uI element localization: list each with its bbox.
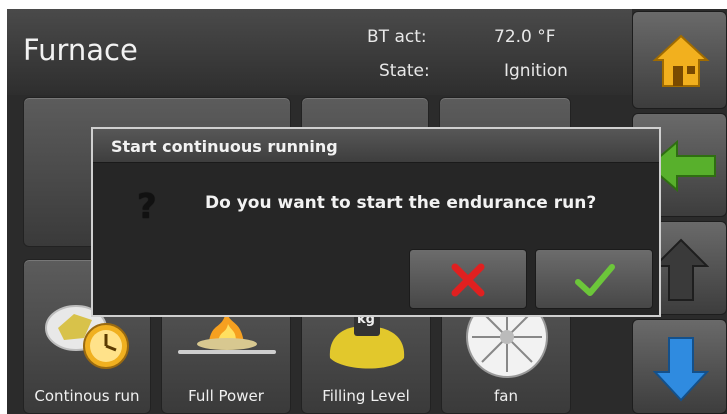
state-label: State:	[379, 61, 430, 81]
state-value: Ignition	[504, 61, 568, 81]
cross-icon	[451, 263, 485, 297]
down-button[interactable]	[632, 319, 727, 414]
dialog-title-bar: Start continuous running	[93, 129, 659, 163]
page-title: Furnace	[23, 33, 138, 67]
tile-label: fan	[494, 387, 518, 405]
question-icon: ?	[137, 187, 157, 227]
home-icon	[652, 34, 710, 87]
tile-label: Full Power	[188, 387, 264, 405]
tile-label: Continous run	[34, 387, 140, 405]
home-button[interactable]	[632, 11, 727, 109]
dialog-message: Do you want to start the endurance run?	[205, 193, 597, 213]
down-arrow-icon	[653, 337, 709, 402]
confirm-button[interactable]	[535, 249, 653, 309]
cancel-button[interactable]	[409, 249, 527, 309]
tile-label: Filling Level	[322, 387, 410, 405]
header-bar: Furnace BT act: 72.0 °F State: Ignition	[7, 9, 632, 95]
furnace-screen: Furnace BT act: 72.0 °F State: Ignition …	[7, 9, 727, 414]
confirm-dialog: Start continuous running ? Do you want t…	[91, 127, 661, 317]
check-icon	[575, 264, 615, 296]
bt-value: 72.0 °F	[494, 27, 556, 47]
bt-label: BT act:	[367, 27, 427, 47]
dialog-title: Start continuous running	[111, 137, 338, 156]
up-arrow-icon	[653, 238, 709, 301]
